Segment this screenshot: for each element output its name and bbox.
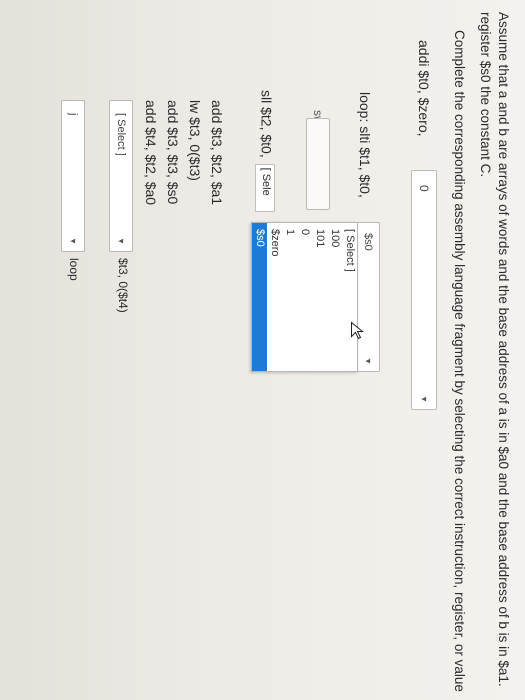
code-lw: lw $t3, 0($t3) — [187, 100, 203, 181]
chevron-down-icon: ▼ — [68, 237, 78, 245]
option[interactable]: 1 — [282, 223, 297, 371]
option[interactable]: 101 — [312, 223, 327, 371]
loop-register-options[interactable]: [ Select ] 100 101 0 1 $zero $s0 — [251, 222, 358, 372]
jump-select[interactable]: j ▼ — [61, 100, 85, 252]
code-add-1: add $t3, $t2, $a1 — [209, 100, 225, 206]
instruction-select[interactable]: [ Select ] ▼ — [109, 100, 133, 252]
question-line-2: register $s0 the constant C. — [478, 12, 493, 178]
option[interactable]: $zero — [267, 223, 282, 371]
loop-instruction: loop: slti $t1, $t0, — [357, 92, 373, 198]
question-line-1: Assume that a and b are arrays of words … — [496, 12, 511, 687]
code-add-2: add $t3, $t3, $s0 — [165, 100, 181, 205]
sw-register-select[interactable] — [306, 118, 330, 210]
loop-register-select[interactable]: $s0 ▼ — [356, 222, 380, 372]
sll-shift-select[interactable]: [ Sele — [255, 163, 275, 212]
option[interactable]: 100 — [327, 223, 342, 371]
cursor-icon — [351, 321, 365, 345]
code-add-3: add $t4, $t2, $a0 — [143, 100, 159, 206]
loop-label: loop — [67, 258, 81, 281]
sll-instruction: sll $t2, $t0, [ Sele — [255, 90, 275, 212]
question-line-3: Complete the corresponding assembly lang… — [452, 30, 467, 692]
chevron-down-icon: ▼ — [363, 357, 373, 365]
option[interactable]: [ Select ] — [342, 223, 357, 371]
sw-target: $t3, 0($t4) — [116, 258, 130, 313]
chevron-down-icon: ▼ — [419, 395, 429, 403]
option[interactable]: 0 — [297, 223, 312, 371]
option-selected[interactable]: $s0 — [252, 223, 267, 371]
quiz-page: Assume that a and b are arrays of words … — [0, 0, 525, 700]
chevron-down-icon: ▼ — [116, 237, 126, 245]
addi-value-select[interactable]: 0 ▼ — [411, 170, 437, 410]
addi-instruction: addi $t0, $zero, — [416, 40, 432, 137]
